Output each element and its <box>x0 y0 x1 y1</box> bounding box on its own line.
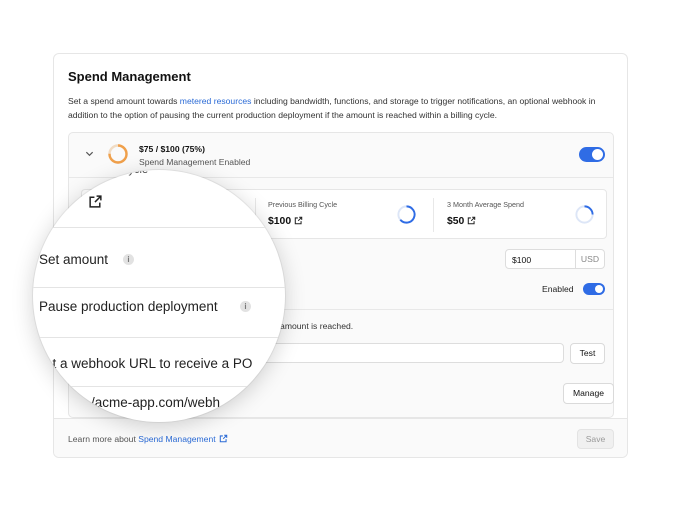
external-link-icon[interactable] <box>294 216 303 225</box>
spend-management-toggle[interactable] <box>579 147 605 162</box>
magnified-divider <box>33 227 285 228</box>
webhook-label: et a webhook URL to receive a PO <box>45 356 253 371</box>
spend-management-link[interactable]: Spend Management <box>138 434 215 444</box>
toggle-knob <box>592 149 603 160</box>
test-button[interactable]: Test <box>570 343 605 364</box>
average-spend-ring <box>575 205 594 224</box>
spend-progress-ring <box>108 144 128 164</box>
info-icon[interactable]: i <box>123 254 134 265</box>
spend-value: $75 / $100 (75%) <box>139 144 205 154</box>
average-spend-value: $50 <box>447 216 476 227</box>
stats-separator <box>433 198 434 232</box>
manage-button[interactable]: Manage <box>563 383 614 404</box>
metered-resources-link[interactable]: metered resources <box>180 96 252 106</box>
toggle-knob <box>595 285 603 293</box>
pause-deployment-toggle[interactable] <box>583 283 605 295</box>
card-footer: Learn more about Spend Management Save <box>54 418 627 457</box>
magnified-divider <box>33 287 285 288</box>
learn-more: Learn more about Spend Management <box>68 434 228 444</box>
spend-amount-input[interactable]: $100 USD <box>505 249 605 269</box>
pause-deployment-label: Pause production deployment <box>39 299 218 314</box>
magnified-divider <box>33 386 285 387</box>
divider <box>239 309 613 310</box>
pause-state-label: Enabled <box>542 284 574 294</box>
set-amount-label: Set amount <box>39 252 109 267</box>
external-link-icon[interactable] <box>467 216 476 225</box>
spend-status: Spend Management Enabled <box>139 157 251 167</box>
magnifier-lens: cycle Set amount i Pause production depl… <box>33 170 285 422</box>
external-link-icon[interactable] <box>88 194 103 209</box>
previous-cycle-amount: $100 <box>268 216 292 227</box>
section-description: Set a spend amount towards metered resou… <box>68 95 598 122</box>
info-icon[interactable]: i <box>240 301 251 312</box>
magnified-divider <box>33 337 285 338</box>
chevron-down-icon[interactable] <box>85 149 94 158</box>
previous-cycle-ring <box>397 205 416 224</box>
learn-more-prefix: Learn more about <box>68 434 139 444</box>
average-spend-amount: $50 <box>447 216 465 227</box>
previous-cycle-value: $100 <box>268 216 303 227</box>
webhook-url-input[interactable] <box>249 343 564 363</box>
average-spend-label: 3 Month Average Spend <box>447 200 524 209</box>
external-link-icon[interactable] <box>219 434 228 443</box>
previous-cycle-label: Previous Billing Cycle <box>268 200 338 209</box>
save-button[interactable]: Save <box>577 429 614 449</box>
magnified-cycle-fragment: cycle <box>123 170 149 176</box>
spend-amount-value: $100 <box>512 255 532 265</box>
currency-unit: USD <box>575 250 604 268</box>
magnified-webhook-url[interactable]: /acme-app.com/webh <box>91 395 220 410</box>
section-title: Spend Management <box>68 69 191 84</box>
description-text-start: Set a spend amount towards <box>68 96 180 106</box>
